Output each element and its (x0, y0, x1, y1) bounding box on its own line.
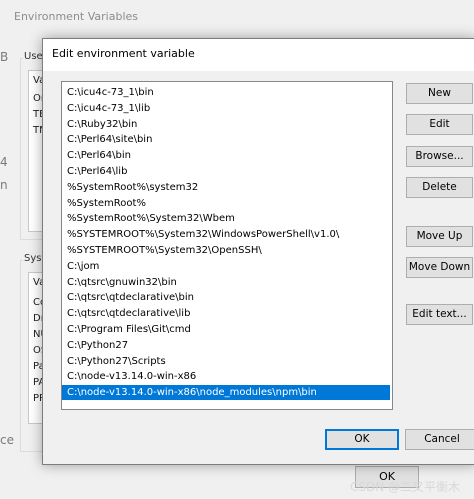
path-entries-list[interactable]: C:\icu4c-73_1\bin C:\icu4c-73_1\lib C:\Rub… (61, 81, 393, 410)
path-entry[interactable]: C:\jom (62, 259, 390, 274)
watermark: CSDN @二叉平衡木 (349, 480, 460, 494)
path-entry[interactable]: C:\Perl64\site\bin (62, 132, 390, 147)
edge-text: ce (0, 433, 14, 447)
path-entry[interactable]: %SystemRoot% (62, 196, 390, 211)
path-entry[interactable]: C:\qtsrc\qtdeclarative\bin (62, 290, 390, 305)
edge-text: n (0, 178, 8, 192)
dialog-body: C:\icu4c-73_1\bin C:\icu4c-73_1\lib C:\Rub… (43, 71, 474, 464)
path-entry[interactable]: C:\Python27 (62, 338, 390, 353)
edit-text-button[interactable]: Edit text... (406, 304, 473, 325)
path-entry[interactable]: C:\icu4c-73_1\bin (62, 85, 390, 100)
path-entry[interactable]: %SystemRoot%\System32\Wbem (62, 211, 390, 226)
path-entry[interactable]: C:\Perl64\bin (62, 148, 390, 163)
browse-button[interactable]: Browse... (406, 146, 473, 167)
path-entry[interactable]: %SYSTEMROOT%\System32\OpenSSH\ (62, 243, 390, 258)
path-entry[interactable]: C:\qtsrc\qtdeclarative\lib (62, 306, 390, 321)
new-button[interactable]: New (406, 83, 473, 104)
path-entry[interactable]: C:\Program Files\Git\cmd (62, 322, 390, 337)
edit-button[interactable]: Edit (406, 114, 473, 135)
path-entry[interactable]: C:\Python27\Scripts (62, 354, 390, 369)
path-entry[interactable]: %SystemRoot%\system32 (62, 180, 390, 195)
move-up-button[interactable]: Move Up (406, 226, 473, 247)
edit-environment-variable-dialog: Edit environment variable C:\icu4c-73_1\… (42, 38, 474, 465)
edge-text: B (0, 50, 9, 64)
dialog-title: Edit environment variable (52, 47, 195, 60)
ok-button[interactable]: OK (325, 429, 399, 450)
path-entry[interactable]: %SYSTEMROOT%\System32\WindowsPowerShell\… (62, 227, 390, 242)
path-entry[interactable]: C:\Ruby32\bin (62, 117, 390, 132)
path-entry[interactable]: C:\icu4c-73_1\lib (62, 101, 390, 116)
path-entry[interactable]: C:\qtsrc\gnuwin32\bin (62, 275, 390, 290)
path-entry[interactable]: C:\node-v13.14.0-win-x86\node_modules\np… (62, 385, 390, 401)
path-entry[interactable]: C:\node-v13.14.0-win-x86 (62, 369, 390, 384)
window-title: Environment Variables (14, 10, 139, 23)
edge-text: 4 (0, 155, 8, 169)
cancel-button[interactable]: Cancel (405, 429, 474, 450)
delete-button[interactable]: Delete (406, 177, 473, 198)
move-down-button[interactable]: Move Down (406, 257, 473, 278)
path-entry[interactable]: C:\Perl64\lib (62, 164, 390, 179)
